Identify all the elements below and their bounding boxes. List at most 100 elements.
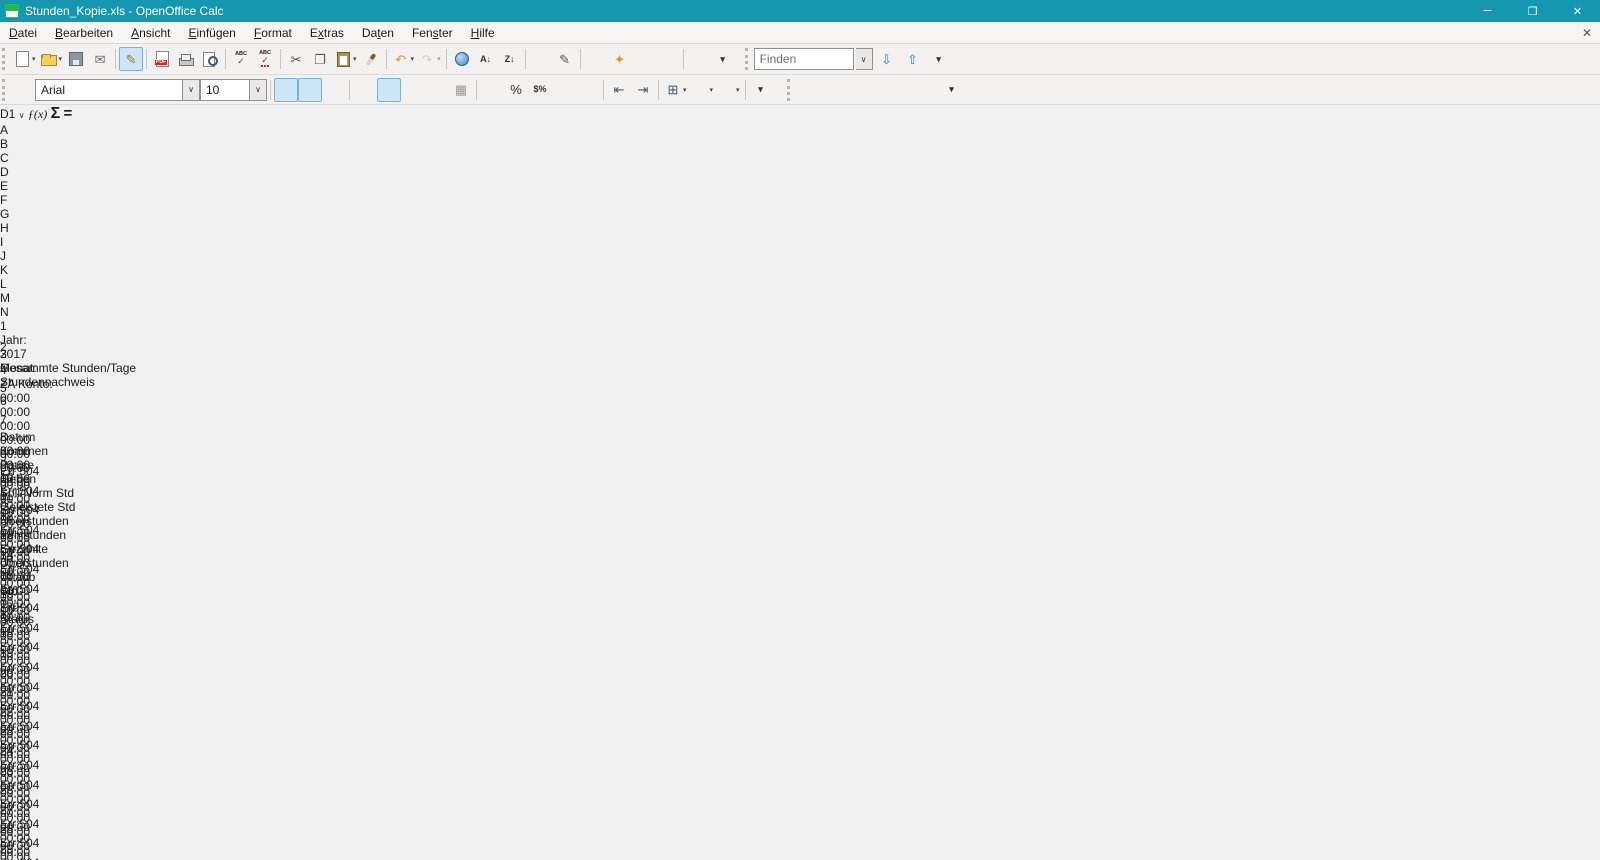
cut-button[interactable]: ✂ (284, 47, 308, 71)
align-objects-bottom-button[interactable] (916, 78, 940, 102)
row-header-10[interactable]: 10 (0, 470, 1600, 484)
name-box-dropdown-icon[interactable]: ∨ (19, 111, 25, 120)
formatting-toolbar-overflow-button[interactable]: ▾ (749, 78, 773, 102)
number-format-percent-button[interactable]: % (504, 78, 528, 102)
row-header-16[interactable]: 16 (0, 587, 1600, 601)
new-document-button[interactable]: ▾ (11, 47, 38, 71)
column-header-A[interactable]: A (0, 123, 68, 137)
underline-button[interactable] (322, 78, 346, 102)
find-previous-button[interactable]: ⇧ (901, 47, 925, 71)
format-paintbrush-button[interactable] (359, 47, 383, 71)
menu-ansicht[interactable]: Ansicht (122, 22, 179, 44)
menu-hilfe[interactable]: Hilfe (462, 22, 504, 44)
find-input-dropdown-icon[interactable]: ∨ (856, 48, 873, 70)
formatting-toolbar-grip[interactable] (2, 79, 9, 101)
column-header-M[interactable]: M (0, 291, 80, 305)
open-document-button[interactable]: ▾ (38, 47, 65, 71)
show-draw-functions-button[interactable]: ✎ (553, 47, 577, 71)
row-header-23[interactable]: 23 (0, 724, 1600, 738)
cell-datum-29[interactable]: Err:504 (0, 856, 68, 860)
print-file-button[interactable] (174, 47, 198, 71)
find-input[interactable]: Finden (754, 48, 854, 70)
row-header-9[interactable]: 9 (0, 450, 1600, 464)
column-header-F[interactable]: F (0, 193, 88, 207)
spellcheck-button[interactable] (229, 47, 253, 71)
menu-bearbeiten[interactable]: Bearbeiten (46, 22, 122, 44)
decrease-indent-button[interactable]: ⇤ (607, 78, 631, 102)
font-name-combo-dropdown-icon[interactable]: ∨ (183, 79, 200, 101)
font-color-button[interactable]: ▾ (715, 78, 742, 102)
menu-fenster[interactable]: Fenster (403, 22, 462, 44)
menu-einfgen[interactable]: Einfügen (179, 22, 244, 44)
document-as-email-button[interactable]: ✉ (88, 47, 112, 71)
spreadsheet-grid[interactable]: ABCDEFGHIJKLMN1Jahr:2017Monat:Stundennac… (0, 123, 1600, 860)
close-document-icon[interactable]: ✕ (1582, 26, 1592, 40)
row-header-19[interactable]: 19 (0, 646, 1600, 660)
column-header-E[interactable]: E (0, 179, 89, 193)
align-objects-centered-button[interactable] (820, 78, 844, 102)
save-button[interactable] (64, 47, 88, 71)
row-header-22[interactable]: 22 (0, 705, 1600, 719)
row-header-24[interactable]: 24 (0, 744, 1600, 758)
sort-ascending-button[interactable]: A↓ (474, 47, 498, 71)
row-header-14[interactable]: 14 (0, 548, 1600, 562)
menu-daten[interactable]: Daten (353, 22, 403, 44)
close-icon[interactable]: ✕ (1555, 0, 1600, 22)
font-name-combo[interactable]: Arial (35, 79, 183, 101)
row-header-25[interactable]: 25 (0, 764, 1600, 778)
row-header-15[interactable]: 15 (0, 568, 1600, 582)
function-wizard-button[interactable]: ƒ(x) (28, 107, 47, 121)
align-objects-top-button[interactable] (868, 78, 892, 102)
column-header-K[interactable]: K (0, 263, 78, 277)
bold-button[interactable] (274, 78, 298, 102)
font-size-combo-dropdown-icon[interactable]: ∨ (250, 79, 267, 101)
redo-button[interactable]: ↷▾ (416, 47, 443, 71)
minimize-icon[interactable]: ─ (1465, 0, 1510, 22)
delete-decimal-place-button[interactable] (576, 78, 600, 102)
navigator-button[interactable]: ✦ (608, 47, 632, 71)
font-size-combo[interactable]: 10 (200, 79, 250, 101)
export-as-pdf-button[interactable] (150, 47, 174, 71)
name-box[interactable]: D1 ∨ (0, 107, 28, 121)
page-preview-button[interactable] (198, 47, 222, 71)
column-header-G[interactable]: G (0, 207, 89, 221)
edit-file-button[interactable]: ✎ (119, 47, 143, 71)
align-justified-button[interactable] (425, 78, 449, 102)
align-right-button[interactable] (401, 78, 425, 102)
row-header-3[interactable]: 3 (0, 347, 1600, 361)
column-header-B[interactable]: B (0, 137, 76, 151)
menu-format[interactable]: Format (245, 22, 301, 44)
function-button[interactable]: = (64, 105, 73, 122)
row-header-13[interactable]: 13 (0, 528, 1600, 542)
column-header-C[interactable]: C (0, 151, 75, 165)
align-objects-left-button[interactable] (796, 78, 820, 102)
object-align-toolbar-overflow-button[interactable]: ▾ (940, 78, 964, 102)
help-button[interactable] (687, 47, 711, 71)
menu-extras[interactable]: Extras (301, 22, 353, 44)
row-header-26[interactable]: 26 (0, 783, 1600, 797)
menu-datei[interactable]: Datei (0, 22, 46, 44)
gallery-button[interactable] (632, 47, 656, 71)
sort-descending-button[interactable]: Z↓ (498, 47, 522, 71)
sum-button[interactable]: Σ (51, 105, 61, 122)
borders-button[interactable]: ⊞▾ (662, 78, 689, 102)
copy-button[interactable]: ❐ (308, 47, 332, 71)
increase-indent-button[interactable]: ⇥ (631, 78, 655, 102)
row-header-28[interactable]: 28 (0, 822, 1600, 836)
number-format-standard-button[interactable]: $% (528, 78, 552, 102)
row-header-20[interactable]: 20 (0, 666, 1600, 680)
row-header-21[interactable]: 21 (0, 685, 1600, 699)
column-header-J[interactable]: J (0, 249, 87, 263)
open-sidebar-button[interactable] (11, 78, 35, 102)
find-next-button[interactable]: ⇩ (875, 47, 899, 71)
align-left-button[interactable] (353, 78, 377, 102)
merge-cells-button[interactable]: ▦ (449, 78, 473, 102)
find-toolbar-overflow-button[interactable]: ▾ (927, 47, 951, 71)
restore-icon[interactable]: ❐ (1510, 0, 1555, 22)
row-header-8[interactable]: 8 (0, 430, 1600, 444)
row-header-11[interactable]: 11 (0, 489, 1600, 503)
row-header-1[interactable]: 1 (0, 319, 1600, 333)
row-header-17[interactable]: 17 (0, 607, 1600, 621)
row-header-18[interactable]: 18 (0, 626, 1600, 640)
add-decimal-place-button[interactable] (552, 78, 576, 102)
